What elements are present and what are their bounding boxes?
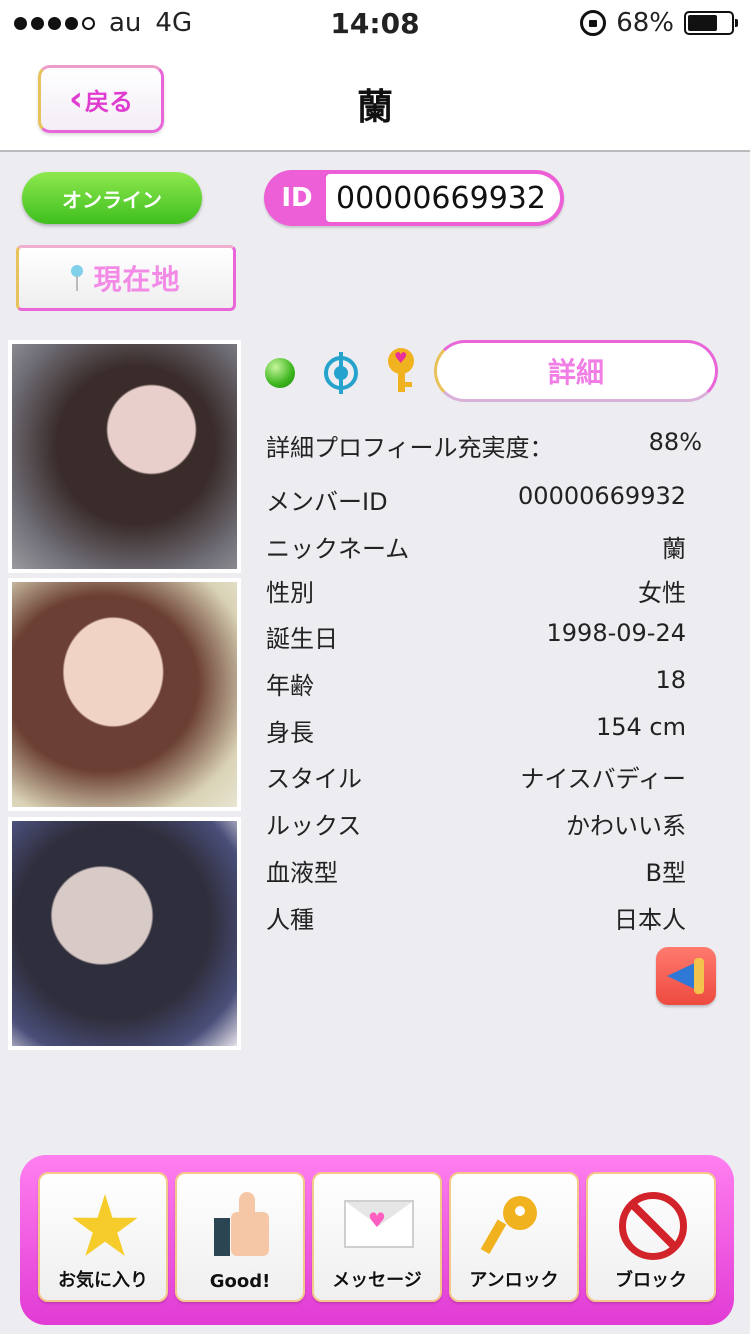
profile-row: メンバーID 00000669932 — [266, 482, 686, 517]
row-value: ナイスバディー — [520, 765, 686, 793]
row-label: ルックス — [266, 812, 362, 840]
row-label: 身長 — [266, 719, 314, 747]
profile-row: 身長 154 cm — [266, 713, 686, 748]
profile-row: ルックス かわいい系 — [266, 806, 686, 841]
row-value: 18 — [655, 666, 686, 694]
star-icon — [72, 1194, 138, 1256]
profile-row: 年齢 18 — [266, 666, 686, 701]
member-id-value: 00000669932 — [326, 174, 560, 222]
message-label: メッセージ — [332, 1270, 422, 1291]
profile-row: 誕生日 1998-09-24 — [266, 619, 686, 654]
row-value: 女性 — [638, 579, 686, 607]
status-bar: au 4G 14:08 68% — [0, 0, 750, 48]
online-status-badge: オンライン — [22, 172, 202, 224]
heart-icon: ♥ — [368, 1208, 386, 1232]
profile-row: 血液型 B型 — [266, 853, 686, 888]
profile-row: 人種 日本人 — [266, 900, 686, 935]
rotation-lock-icon — [580, 10, 607, 36]
report-megaphone-button[interactable] — [656, 947, 716, 1005]
row-value: 蘭 — [662, 535, 686, 563]
unlock-label: アンロック — [469, 1270, 559, 1291]
member-id-box: ID 00000669932 — [264, 170, 564, 226]
detail-button[interactable]: 詳細 — [434, 340, 718, 402]
good-button[interactable]: Good! — [175, 1172, 305, 1302]
action-toolbar: お気に入り Good! ♥ メッセージ アンロック ブロック — [20, 1155, 734, 1325]
row-value: 154 cm — [595, 713, 686, 741]
id-tag: ID — [281, 183, 313, 213]
profile-completion-label: 詳細プロフィール充実度： — [266, 434, 554, 462]
row-value: かわいい系 — [566, 812, 686, 840]
favorite-button[interactable]: お気に入り — [38, 1172, 168, 1302]
favorite-label: お気に入り — [58, 1270, 148, 1291]
profile-row: スタイル ナイスバディー — [266, 759, 686, 794]
unlock-button[interactable]: アンロック — [449, 1172, 579, 1302]
row-label: 人種 — [266, 906, 314, 934]
profile-row: 性別 女性 — [266, 573, 686, 608]
key-heart-icon: ♥ — [386, 348, 416, 394]
block-label: ブロック — [615, 1270, 687, 1291]
row-value: 1998-09-24 — [546, 619, 686, 647]
profile-photo-3[interactable] — [8, 817, 241, 1050]
online-indicator-icon — [265, 358, 295, 388]
profile-row: ニックネーム 蘭 — [266, 529, 686, 564]
map-pin-icon — [71, 265, 84, 291]
row-value: 日本人 — [614, 906, 686, 934]
row-label: スタイル — [266, 765, 362, 793]
row-label: 誕生日 — [266, 625, 338, 653]
profile-completion-value: 88% — [648, 428, 702, 456]
target-icon — [324, 352, 358, 394]
row-value: 00000669932 — [518, 482, 686, 510]
profile-photo-1[interactable] — [8, 340, 241, 573]
current-location-label: 現在地 — [93, 263, 181, 296]
battery-info: 68% — [580, 8, 738, 38]
good-label: Good! — [209, 1271, 271, 1292]
message-button[interactable]: ♥ メッセージ — [312, 1172, 442, 1302]
navigation-bar: ‹ 戻る 蘭 — [0, 48, 750, 152]
row-label: メンバーID — [266, 488, 388, 516]
profile-completion-row: 詳細プロフィール充実度： 88% — [266, 428, 702, 463]
battery-percent: 68% — [616, 8, 674, 38]
profile-photo-2[interactable] — [8, 578, 241, 811]
row-value: B型 — [645, 859, 686, 887]
row-label: ニックネーム — [266, 535, 410, 563]
page-title: 蘭 — [356, 87, 393, 128]
row-label: 性別 — [266, 579, 314, 607]
row-label: 血液型 — [266, 859, 338, 887]
current-location-button[interactable]: 現在地 — [16, 245, 236, 311]
no-entry-icon — [619, 1192, 687, 1260]
block-button[interactable]: ブロック — [586, 1172, 716, 1302]
battery-icon — [684, 11, 738, 35]
row-label: 年齢 — [266, 672, 314, 700]
